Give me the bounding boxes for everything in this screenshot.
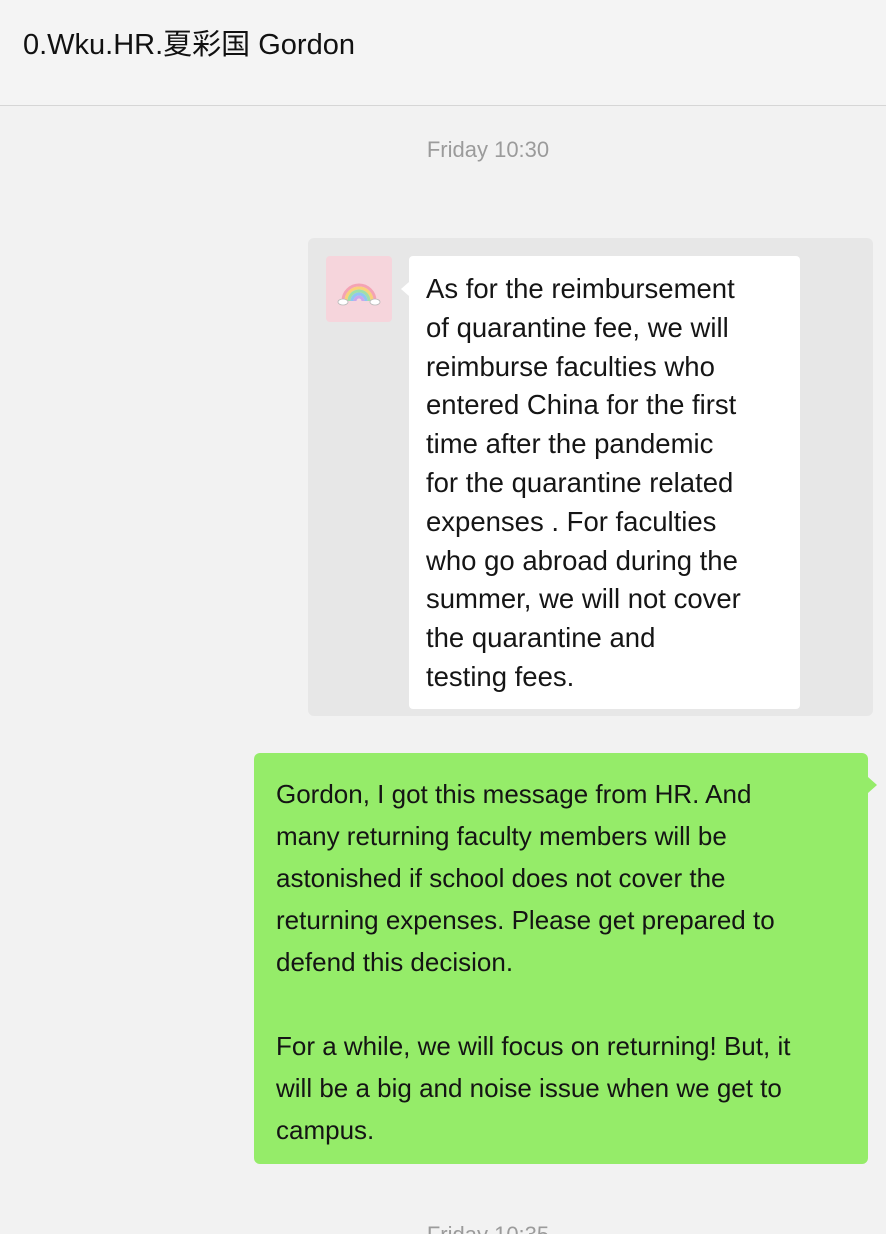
chat-title[interactable]: 0.Wku.HR.夏彩国 Gordon xyxy=(23,28,355,62)
chat-header: 0.Wku.HR.夏彩国 Gordon xyxy=(0,0,886,106)
forwarded-message-bubble[interactable]: As for the reimbursement of quarantine f… xyxy=(401,256,800,709)
sent-message-bubble[interactable]: Gordon, I got this message from HR. And … xyxy=(254,753,877,1164)
message-timestamp: Friday 10:35 xyxy=(0,1222,886,1234)
rainbow-icon[interactable] xyxy=(326,256,392,322)
sent-message-text: Gordon, I got this message from HR. And … xyxy=(276,779,791,1145)
chat-window: 0.Wku.HR.夏彩国 Gordon Friday 10:30 As for … xyxy=(0,0,886,1234)
forwarded-message-text: As for the reimbursement of quarantine f… xyxy=(426,273,741,692)
forwarded-message-card[interactable]: As for the reimbursement of quarantine f… xyxy=(308,238,873,716)
message-timestamp: Friday 10:30 xyxy=(426,137,550,162)
